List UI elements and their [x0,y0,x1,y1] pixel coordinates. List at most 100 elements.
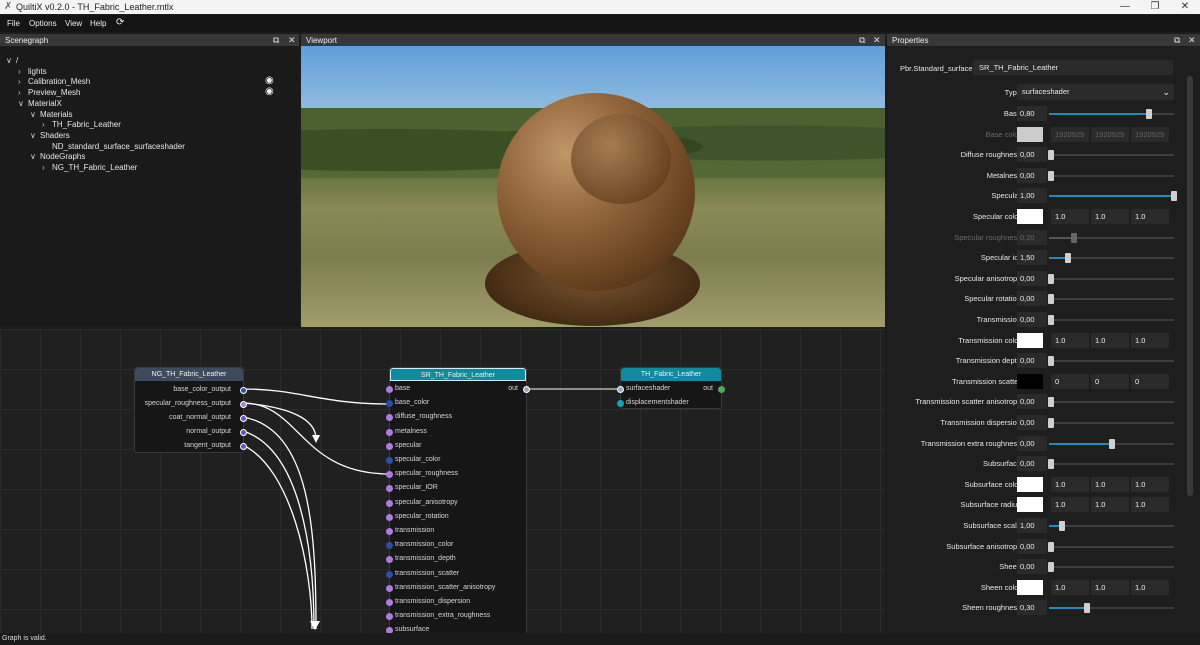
input-pin[interactable] [386,513,393,521]
output-pin[interactable] [240,401,247,408]
color-channel-field[interactable]: 1.0 [1131,209,1169,224]
slider-handle[interactable] [1048,541,1054,552]
slider-handle[interactable] [1048,150,1054,161]
output-pin[interactable] [240,443,247,450]
slider-handle[interactable] [1146,109,1152,119]
property-slider[interactable] [1048,294,1174,305]
color-swatch[interactable] [1017,476,1043,492]
input-pin[interactable] [386,471,393,479]
output-pin[interactable] [240,387,247,394]
property-value-field[interactable]: 0,00 [1017,538,1047,554]
refresh-icon[interactable]: ⟳ [116,17,124,28]
property-slider[interactable] [1049,603,1174,614]
property-value-field[interactable]: 0,00 [1017,270,1047,286]
chevron-down-icon[interactable]: ∨ [30,110,40,119]
input-pin[interactable] [386,570,393,578]
property-value-field[interactable]: 0,30 [1017,600,1047,616]
surfaceshader-pin[interactable] [617,386,624,393]
property-slider[interactable] [1049,521,1174,531]
input-pin[interactable] [386,584,393,592]
property-value-field[interactable]: 1,00 [1017,518,1047,533]
input-pin[interactable] [386,542,393,550]
color-channel-field[interactable]: 0 [1131,373,1169,389]
slider-handle[interactable] [1064,253,1071,264]
color-swatch[interactable] [1017,497,1043,513]
tree-item[interactable]: › NG_TH_Fabric_Leather [42,163,137,172]
close-icon[interactable]: ✕ [1188,34,1196,46]
slider-handle[interactable] [1171,191,1177,202]
output-pin[interactable] [240,415,247,422]
property-value-field[interactable]: 1,00 [1017,188,1047,204]
chevron-right-icon[interactable]: › [42,120,52,129]
color-channel-field[interactable]: 1920929 [1091,126,1129,142]
color-channel-field[interactable]: 1.0 [1131,497,1169,513]
maximize-button[interactable]: ❐ [1140,0,1170,14]
chevron-down-icon[interactable]: ∨ [6,56,16,65]
tree-item[interactable]: › lights [18,67,47,76]
chevron-down-icon[interactable]: ∨ [30,131,40,140]
float-icon[interactable]: ⧉ [1174,34,1180,46]
type-select[interactable]: surfaceshader ⌄ [1017,84,1174,100]
shader-node[interactable]: SR_TH_Fabric_Leather out base base_color d… [386,367,530,633]
menu-help[interactable]: Help [90,19,106,28]
tree-item[interactable]: › Calibration_Mesh [18,77,90,86]
chevron-right-icon[interactable]: › [18,67,28,76]
property-slider[interactable] [1049,109,1174,119]
input-pin[interactable] [386,613,393,621]
property-value-field[interactable]: 0,00 [1017,312,1047,327]
color-swatch[interactable] [1017,373,1043,389]
float-icon[interactable]: ⧉ [859,34,865,46]
nodegraph-node[interactable]: NG_TH_Fabric_Leather base_color_output sp… [134,367,247,453]
visibility-eye-icon[interactable]: ◉ [265,75,274,86]
close-button[interactable]: ✕ [1170,0,1200,14]
color-channel-field[interactable]: 1920929 [1131,126,1169,142]
property-value-field[interactable]: 0,80 [1017,106,1047,121]
material-out-pin[interactable] [718,386,725,393]
property-value-field[interactable]: 0,00 [1017,167,1047,183]
chevron-down-icon[interactable]: ∨ [18,99,28,108]
tree-item[interactable]: ∨ MaterialX [18,99,62,108]
node-name-field[interactable]: SR_TH_Fabric_Leather [973,60,1173,75]
color-channel-field[interactable]: 1920929 [1051,126,1089,142]
color-channel-field[interactable]: 0 [1091,373,1129,389]
property-slider[interactable] [1049,191,1177,202]
chevron-right-icon[interactable]: › [18,88,28,97]
color-channel-field[interactable]: 1.0 [1051,476,1089,492]
color-channel-field[interactable]: 1.0 [1131,332,1169,348]
color-channel-field[interactable]: 1.0 [1091,332,1129,348]
tree-item[interactable]: ∨ NodeGraphs [30,152,85,161]
slider-handle[interactable] [1048,356,1054,367]
menu-view[interactable]: View [65,19,82,28]
property-value-field[interactable]: 0,00 [1017,559,1047,575]
properties-scrollbar[interactable] [1187,76,1193,496]
slider-handle[interactable] [1058,521,1065,531]
color-channel-field[interactable]: 1.0 [1091,497,1129,513]
slider-handle[interactable] [1083,603,1090,614]
slider-handle[interactable] [1048,273,1054,284]
slider-handle[interactable] [1048,418,1054,428]
property-slider[interactable] [1048,418,1174,428]
color-channel-field[interactable]: 1.0 [1091,476,1129,492]
slider-handle[interactable] [1048,170,1054,181]
property-value-field[interactable]: 0,00 [1017,147,1047,163]
color-channel-field[interactable]: 1.0 [1131,476,1169,492]
menu-options[interactable]: Options [29,19,57,28]
input-pin[interactable] [386,428,393,436]
color-channel-field[interactable]: 1.0 [1051,332,1089,348]
slider-handle[interactable] [1048,459,1054,470]
color-swatch[interactable] [1017,126,1043,142]
property-slider[interactable] [1048,459,1174,470]
color-channel-field[interactable]: 1.0 [1051,209,1089,224]
chevron-down-icon[interactable]: ∨ [30,152,40,161]
color-channel-field[interactable]: 1.0 [1051,579,1089,595]
tree-item[interactable]: ∨ / [6,56,18,65]
color-channel-field[interactable]: 1.0 [1091,209,1129,224]
tree-item[interactable]: › TH_Fabric_Leather [42,120,121,129]
input-pin[interactable] [386,485,393,493]
input-pin[interactable] [386,386,393,393]
tree-item[interactable]: ND_standard_surface_surfaceshader [42,142,185,151]
tree-item[interactable]: ∨ Shaders [30,131,70,140]
slider-handle[interactable] [1071,232,1077,243]
node-graph-canvas[interactable]: NG_TH_Fabric_Leather base_color_output sp… [0,329,885,633]
tree-item[interactable]: ∨ Materials [30,110,72,119]
